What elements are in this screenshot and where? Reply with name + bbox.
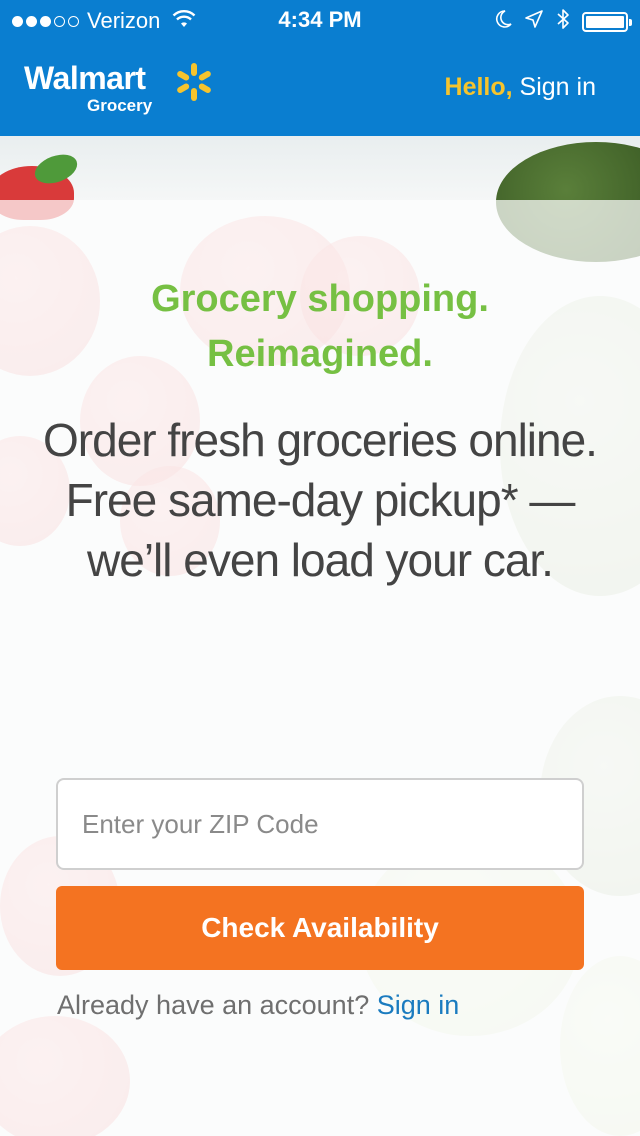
tagline-line-1: Grocery shopping. [151, 278, 489, 320]
existing-account-prompt: Already have an account? Sign in [57, 990, 459, 1021]
zip-code-input[interactable] [56, 778, 584, 870]
hello-sign-in-link[interactable]: Hello, Sign in [445, 73, 596, 102]
check-availability-button[interactable]: Check Availability [56, 886, 584, 970]
sign-in-link[interactable]: Sign in [377, 990, 460, 1020]
account-prompt-text: Already have an account? [57, 990, 370, 1020]
hello-greeting: Hello, [444, 73, 513, 101]
walmart-spark-icon [172, 60, 216, 109]
header-sign-in-label: Sign in [519, 73, 596, 101]
do-not-disturb-moon-icon [494, 9, 512, 35]
logo-wordmark: Walmart [24, 60, 146, 96]
hero-tagline: Grocery shopping. Reimagined. [0, 272, 640, 382]
logo-subtitle: Grocery [87, 96, 153, 115]
hero-description: Order fresh groceries online. Free same-… [43, 414, 598, 586]
status-right [494, 8, 632, 36]
tagline-line-2: Reimagined. [207, 333, 433, 375]
status-bar: Verizon 4:34 PM [0, 0, 640, 40]
walmart-grocery-logo[interactable]: Walmart Grocery [24, 60, 211, 115]
battery-icon [582, 12, 632, 32]
app-header: Walmart Grocery Hello, Sign in [0, 40, 640, 136]
location-arrow-icon [524, 9, 544, 35]
bluetooth-icon [556, 8, 570, 36]
battery-level [586, 16, 624, 28]
